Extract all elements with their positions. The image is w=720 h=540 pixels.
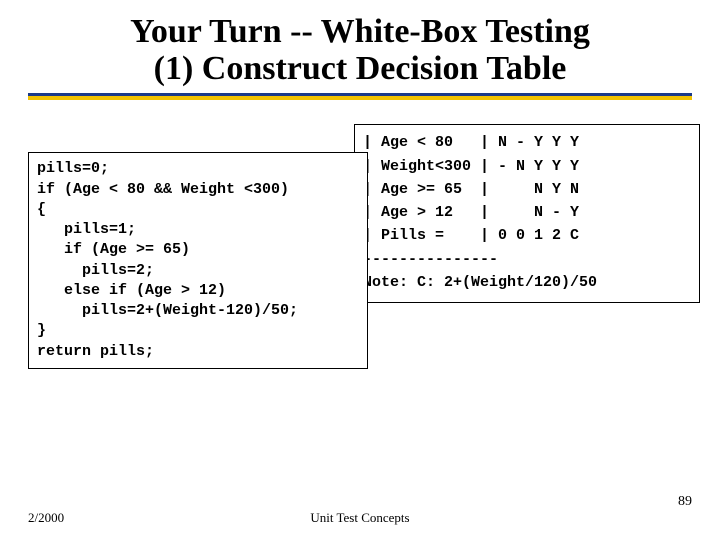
footer-center: Unit Test Concepts	[0, 510, 720, 526]
slide: Your Turn -- White-Box Testing (1) Const…	[0, 0, 720, 540]
title-rule	[28, 93, 692, 100]
title-line-2: (1) Construct Decision Table	[154, 50, 567, 87]
decision-table-box: | Age < 80 | N - Y Y Y | Weight<300 | - …	[354, 124, 700, 303]
slide-title: Your Turn -- White-Box Testing (1) Const…	[28, 14, 692, 87]
code-box: pills=0; if (Age < 80 && Weight <300) { …	[28, 152, 368, 369]
title-line-1: Your Turn -- White-Box Testing	[130, 13, 590, 50]
footer-page-number: 89	[678, 494, 692, 510]
content-area: pills=0; if (Age < 80 && Weight <300) { …	[28, 124, 692, 444]
